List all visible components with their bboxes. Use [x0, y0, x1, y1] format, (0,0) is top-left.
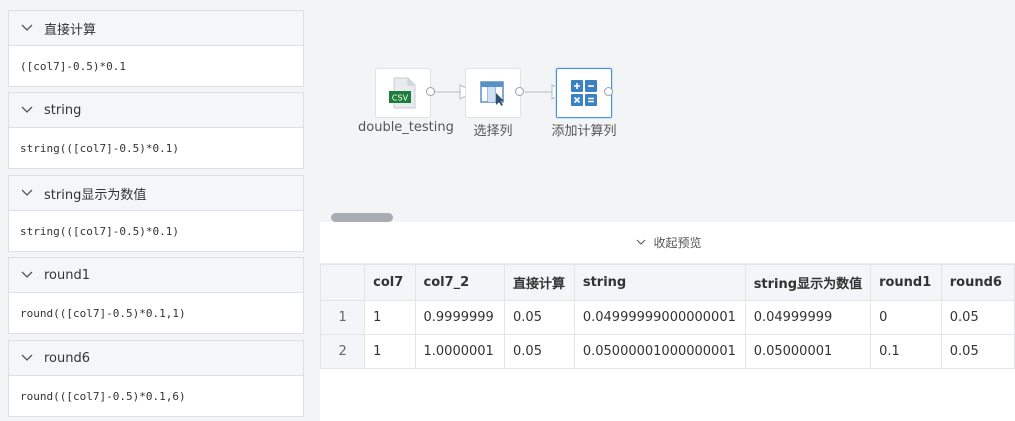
output-port[interactable] — [515, 87, 524, 96]
svg-text:CSV: CSV — [392, 94, 409, 103]
table-header-row: col7 col7_2 直接计算 string string显示为数值 roun… — [319, 264, 1015, 301]
card-header[interactable]: 直接计算 — [9, 11, 303, 46]
column-header[interactable]: 直接计算 — [504, 264, 575, 301]
node-select-columns[interactable] — [465, 68, 521, 118]
table-cell: 0.9999999 — [414, 300, 506, 335]
chevron-down-icon[interactable] — [19, 185, 35, 201]
column-header[interactable]: col7_2 — [414, 264, 506, 301]
card-header[interactable]: string显示为数值 — [9, 176, 303, 211]
expression-panel: 直接计算 ([col7]-0.5)*0.1 string string(([co… — [0, 0, 320, 421]
chevron-down-icon[interactable] — [19, 267, 35, 283]
table-cell: 0.05000001000000001 — [573, 334, 746, 369]
node-label: double_testing — [358, 120, 454, 135]
column-header[interactable]: string — [573, 264, 746, 301]
node-label: 添加计算列 — [551, 124, 617, 139]
card-header[interactable]: string — [9, 93, 303, 128]
chevron-down-icon[interactable] — [19, 102, 35, 118]
node-double-testing[interactable]: CSV — [375, 68, 431, 118]
calculator-icon — [571, 80, 597, 106]
table-cell: 0 — [870, 300, 942, 335]
table-cell: 1.0000001 — [414, 334, 506, 369]
card-header[interactable]: round1 — [9, 258, 303, 293]
table-cell: 0.05 — [504, 334, 575, 369]
expression-text[interactable]: ([col7]-0.5)*0.1 — [9, 46, 303, 86]
card-title: round1 — [44, 267, 91, 283]
collapse-preview-button[interactable]: 收起预览 — [320, 222, 1015, 264]
expression-card-4: round6 round(([col7]-0.5)*0.1,6) — [8, 340, 304, 417]
preview-table: col7 col7_2 直接计算 string string显示为数值 roun… — [319, 264, 1015, 369]
table-cell: 0.04999999 — [744, 300, 872, 335]
expression-text[interactable]: string(([col7]-0.5)*0.1) — [9, 211, 303, 251]
expression-card-3: round1 round(([col7]-0.5)*0.1,1) — [8, 257, 304, 334]
output-port[interactable] — [426, 87, 435, 96]
expression-card-1: string string(([col7]-0.5)*0.1) — [8, 92, 304, 169]
select-columns-icon — [480, 81, 504, 106]
expression-text[interactable]: round(([col7]-0.5)*0.1,1) — [9, 293, 303, 333]
expression-text[interactable]: string(([col7]-0.5)*0.1) — [9, 128, 303, 168]
preview-panel: 收起预览 col7 col7_2 直接计算 string string显示为数值… — [319, 222, 1015, 421]
column-header[interactable]: string显示为数值 — [744, 264, 872, 301]
card-title: 直接计算 — [44, 22, 97, 38]
table-row: 2 1 1.0000001 0.05 0.05000001000000001 0… — [319, 334, 1015, 369]
chevron-down-icon[interactable] — [19, 20, 35, 36]
column-header[interactable]: round6 — [940, 264, 1015, 301]
card-title: string — [44, 102, 82, 118]
expression-card-2: string显示为数值 string(([col7]-0.5)*0.1) — [8, 175, 304, 252]
flow-canvas[interactable]: CSV double_testing 选择列 添加计算列 — [320, 0, 1015, 222]
table-cell: 0.05 — [504, 300, 575, 335]
expression-card-0: 直接计算 ([col7]-0.5)*0.1 — [8, 10, 304, 87]
column-header[interactable]: round1 — [870, 264, 942, 301]
table-cell: 0.05000001 — [744, 334, 872, 369]
card-header[interactable]: round6 — [9, 341, 303, 376]
row-number: 1 — [319, 300, 366, 335]
card-title: string显示为数值 — [44, 187, 147, 203]
csv-file-icon: CSV — [389, 77, 416, 109]
node-label: 选择列 — [473, 124, 513, 139]
table-cell: 0.04999999000000001 — [573, 300, 746, 335]
table-row: 1 1 0.9999999 0.05 0.04999999000000001 0… — [319, 300, 1015, 335]
row-number: 2 — [319, 334, 366, 369]
column-header — [319, 264, 366, 301]
chevron-down-icon[interactable] — [19, 350, 35, 366]
horizontal-scrollbar[interactable] — [331, 213, 393, 222]
table-cell: 1 — [364, 300, 416, 335]
column-header[interactable]: col7 — [364, 264, 416, 301]
collapse-preview-label: 收起预览 — [653, 236, 702, 250]
expression-text[interactable]: round(([col7]-0.5)*0.1,6) — [9, 376, 303, 416]
chevron-down-icon — [633, 235, 649, 251]
table-cell: 1 — [364, 334, 416, 369]
table-cell: 0.05 — [940, 334, 1015, 369]
card-title: round6 — [44, 350, 91, 366]
app-root: 直接计算 ([col7]-0.5)*0.1 string string(([co… — [0, 0, 1015, 421]
table-cell: 0.05 — [940, 300, 1015, 335]
table-cell: 0.1 — [870, 334, 942, 369]
output-port[interactable] — [604, 87, 613, 96]
